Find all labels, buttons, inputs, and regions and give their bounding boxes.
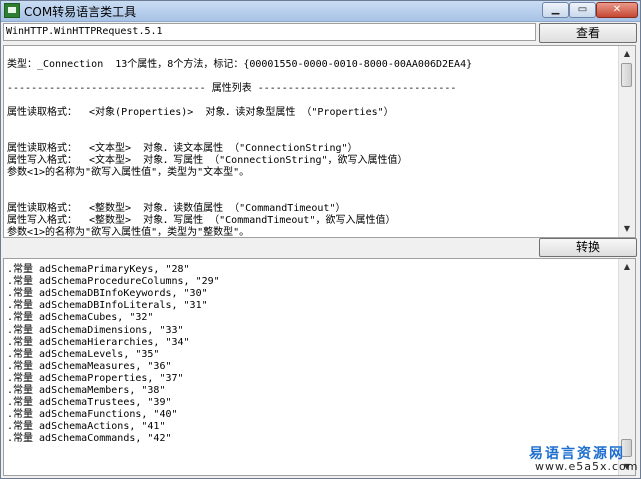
maximize-button[interactable]: ▭ (569, 2, 596, 18)
text-line: 参数<1>的名称为"欲写入属性值"，类型为"整数型"。 (7, 227, 250, 238)
window-title: COM转易语言类工具 (24, 5, 137, 19)
view-button[interactable]: 查看 (539, 23, 637, 43)
scroll-down-arrow-icon[interactable]: ▼ (619, 221, 635, 237)
text-line: .常量 adSchemaCommands, "42" (7, 433, 172, 445)
app-window: COM转易语言类工具 ▁ ▭ ✕ WinHTTP.WinHTTPRequest.… (0, 0, 641, 479)
upper-scrollbar[interactable]: ▲ ▼ (618, 46, 635, 237)
app-icon (4, 3, 20, 18)
watermark-url: www.e5a5x.com (535, 460, 639, 473)
com-class-input[interactable]: WinHTTP.WinHTTPRequest.5.1 (3, 23, 536, 41)
title-bar[interactable]: COM转易语言类工具 ▁ ▭ ✕ (1, 1, 640, 22)
close-button[interactable]: ✕ (596, 2, 638, 18)
text-line: 参数<1>的名称为"欲写入属性值"，类型为"文本型"。 (7, 167, 250, 178)
minimize-button[interactable]: ▁ (542, 2, 569, 18)
text-line: 属性读取格式： <对象(Properties)> 对象．读对象型属性 （"Pro… (7, 107, 394, 118)
scroll-up-arrow-icon[interactable]: ▲ (619, 46, 635, 62)
site-watermark: 易语言资源网 www.e5a5x.com (521, 441, 639, 475)
convert-button[interactable]: 转换 (539, 238, 637, 257)
class-info-textbox[interactable]: 类型：_Connection 13个属性，8个方法，标记：{00001550-0… (3, 45, 636, 238)
scroll-thumb[interactable] (621, 63, 632, 87)
text-line: 类型：_Connection 13个属性，8个方法，标记：{00001550-0… (7, 59, 473, 70)
text-line: --------------------------------- 属性列表 -… (7, 83, 457, 94)
scroll-up-arrow-icon[interactable]: ▲ (619, 259, 635, 275)
